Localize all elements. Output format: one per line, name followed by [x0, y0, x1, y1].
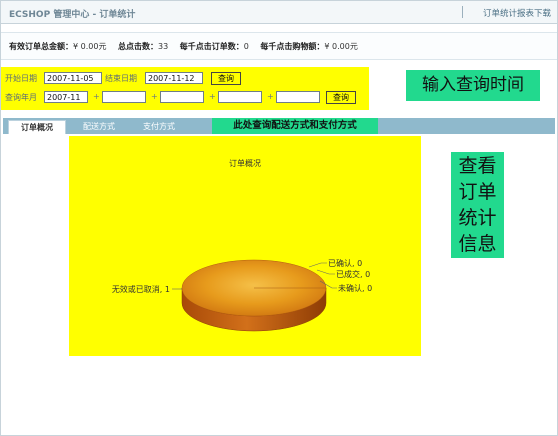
page-title: ECSHOP 管理中心 - 订单统计	[9, 10, 136, 20]
summary-value-orders-per-k: 0	[243, 42, 249, 51]
plus-sign: +	[209, 92, 216, 101]
leader-line-confirmed	[308, 262, 327, 268]
slice-label-completed: 已成交, 0	[336, 269, 370, 279]
pie-chart-svg: 无效或已取消, 1 已确认, 0 已成交, 0 未确认, 0	[112, 258, 372, 332]
summary-value-amount: ¥ 0.00元	[73, 42, 107, 51]
leader-line-completed	[316, 269, 335, 275]
query-panel: 开始日期 2007-11-05 结束日期 2007-11-12 查询 查询年月 …	[1, 67, 369, 110]
start-date-input[interactable]: 2007-11-05	[44, 72, 102, 84]
summary-value-amount-per-k: ¥ 0.00元	[324, 42, 358, 51]
tab-payment-method[interactable]: 支付方式	[130, 120, 188, 134]
annotation-query-time: 输入查询时间	[406, 70, 540, 101]
annotation-view-info-line: 信息	[458, 233, 497, 255]
slice-label-unconfirmed: 未确认, 0	[338, 283, 372, 293]
query-month-button[interactable]: 查询	[326, 91, 356, 104]
summary-label-clicks: 总点击数：	[118, 42, 158, 51]
summary-label-amount: 有效订单总金额：	[9, 42, 73, 51]
end-date-label: 结束日期	[105, 74, 137, 83]
plus-sign: +	[267, 92, 274, 101]
summary-label-amount-per-k: 每千点击购物额：	[260, 42, 325, 51]
month-input-1[interactable]: 2007-11	[44, 91, 88, 103]
summary-bar: 有效订单总金额：¥ 0.00元 总点击数：33 每千点击订单数：0 每千点击购物…	[1, 32, 557, 60]
order-overview-chart: 订单概况 无效或已取消, 1 已确认, 0 已成交, 0 未确认, 0	[69, 136, 421, 356]
tab-shipping-method[interactable]: 配送方式	[70, 120, 128, 134]
plus-sign: +	[93, 92, 100, 101]
header-divider	[462, 6, 463, 18]
summary-value-clicks: 33	[158, 42, 169, 51]
tab-order-overview[interactable]: 订单概况	[8, 120, 66, 134]
month-input-4[interactable]	[218, 91, 262, 103]
annotation-view-info-line: 统计	[458, 207, 497, 229]
annotation-view-info-line: 查看	[458, 155, 497, 177]
slice-label-confirmed: 已确认, 0	[328, 258, 362, 268]
month-input-2[interactable]	[102, 91, 146, 103]
query-button[interactable]: 查询	[211, 72, 241, 85]
month-label: 查询年月	[5, 93, 37, 102]
plus-sign: +	[151, 92, 158, 101]
slice-label-invalid: 无效或已取消, 1	[112, 284, 170, 294]
end-date-input[interactable]: 2007-11-12	[145, 72, 203, 84]
summary-line: 有效订单总金额：¥ 0.00元 总点击数：33 每千点击订单数：0 每千点击购物…	[9, 41, 367, 52]
month-input-5[interactable]	[276, 91, 320, 103]
annotation-tabs-note: 此处查询配送方式和支付方式	[212, 118, 378, 134]
summary-label-orders-per-k: 每千点击订单数：	[179, 42, 244, 51]
annotation-view-info-line: 订单	[458, 181, 497, 203]
start-date-label: 开始日期	[5, 74, 37, 83]
annotation-view-info: 查看 订单 统计 信息	[451, 152, 504, 258]
download-report-link[interactable]: 订单统计报表下载	[483, 7, 551, 19]
month-input-3[interactable]	[160, 91, 204, 103]
header-bar: ECSHOP 管理中心 - 订单统计 订单统计报表下载	[1, 1, 557, 24]
